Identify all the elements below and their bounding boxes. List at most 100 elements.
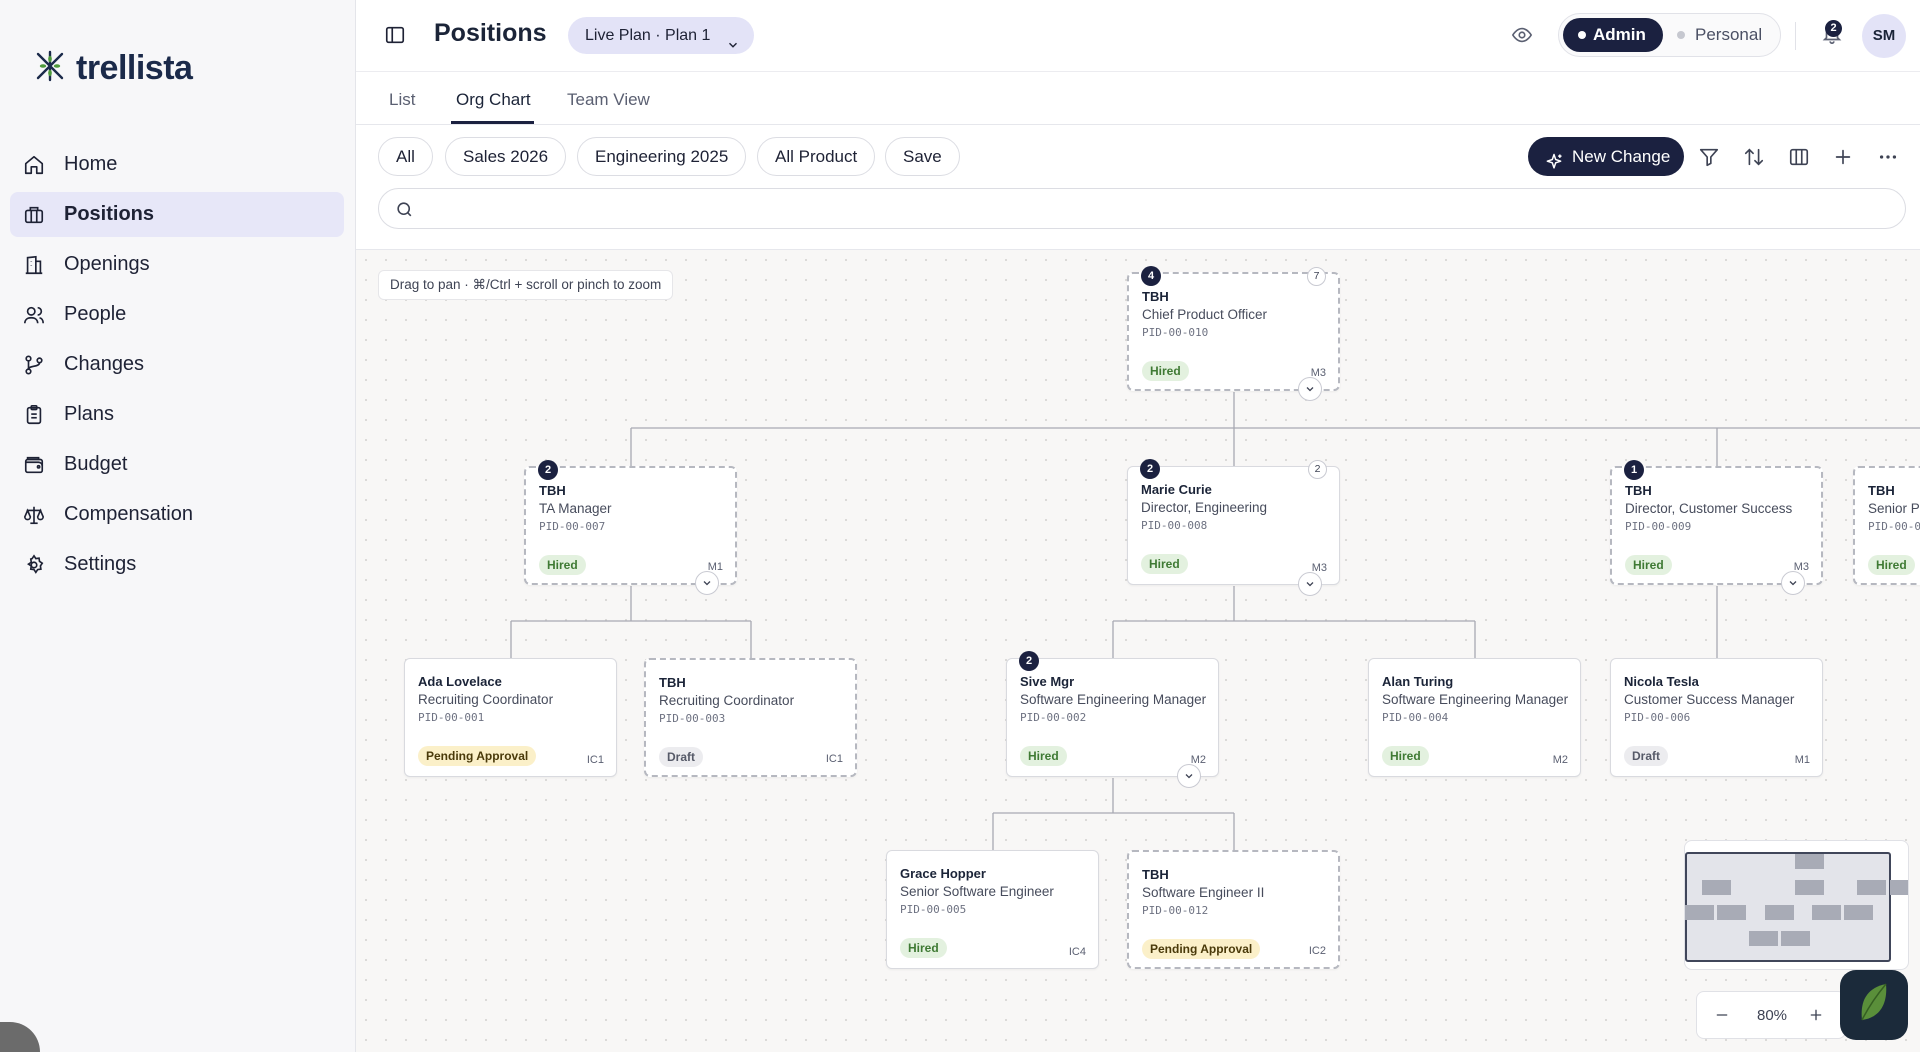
expand-chevron-icon[interactable] xyxy=(1176,764,1201,788)
sidebar-item-budget[interactable]: Budget xyxy=(10,442,344,487)
logo-wordmark: trellista xyxy=(76,49,193,87)
sidebar-item-compensation[interactable]: Compensation xyxy=(10,492,344,537)
position-card[interactable]: Marie Curie Director, Engineering PID-00-0… xyxy=(1127,459,1340,596)
position-id: PID-00-006 xyxy=(1624,711,1691,724)
mode-personal-button[interactable]: Personal xyxy=(1677,18,1762,52)
position-card[interactable]: TBH TA Manager PID-00-007 Hired M1 2 xyxy=(524,460,737,595)
assistant-button[interactable] xyxy=(1840,970,1908,1040)
zoom-controls: 80% xyxy=(1696,991,1846,1039)
trellis-logo-icon xyxy=(32,48,68,89)
filter-chip-sales-2026[interactable]: Sales 2026 xyxy=(445,137,567,176)
position-holder-name: TBH xyxy=(1142,289,1169,304)
position-holder-name: Grace Hopper xyxy=(900,866,986,881)
view-tabs: List Org Chart Team View xyxy=(356,72,1920,125)
avatar[interactable]: SM xyxy=(1862,14,1906,58)
search-input[interactable] xyxy=(427,195,1877,223)
position-card[interactable]: Nicola Tesla Customer Success Manager PID-… xyxy=(1610,658,1823,777)
eye-icon[interactable] xyxy=(1511,24,1533,51)
position-card[interactable]: TBH Senior Pr PID-00-0 Hired xyxy=(1853,466,1920,585)
position-level: M1 xyxy=(1794,754,1810,766)
position-card[interactable]: Ada Lovelace Recruiting Coordinator PID-00… xyxy=(404,658,617,777)
position-id: PID-00-0 xyxy=(1868,520,1920,533)
briefcase-icon xyxy=(22,203,46,227)
add-icon[interactable] xyxy=(1830,144,1856,170)
position-id: PID-00-002 xyxy=(1020,711,1087,724)
position-card[interactable]: TBH Software Engineer II PID-00-012 Pending… xyxy=(1127,850,1340,969)
sidebar-item-label: People xyxy=(64,303,127,325)
position-level: IC1 xyxy=(586,754,604,766)
minimap-node xyxy=(1857,880,1886,895)
expand-chevron-icon[interactable] xyxy=(694,571,719,595)
columns-icon[interactable] xyxy=(1786,144,1812,170)
expand-chevron-icon[interactable] xyxy=(1297,572,1322,596)
sidebar-item-settings[interactable]: Settings xyxy=(10,542,344,587)
toolbar: All Sales 2026 Engineering 2025 All Prod… xyxy=(356,125,1920,250)
sidebar-item-plans[interactable]: Plans xyxy=(10,392,344,437)
position-card[interactable]: TBH Recruiting Coordinator PID-00-003 Draft… xyxy=(644,658,857,777)
minimap[interactable] xyxy=(1684,840,1909,970)
sidebar-item-label: Openings xyxy=(64,253,150,275)
org-chart-canvas[interactable]: Drag to pan · ⌘/Ctrl + scroll or pinch t… xyxy=(356,250,1920,1052)
sidebar-item-positions[interactable]: Positions xyxy=(10,192,344,237)
sidebar-item-people[interactable]: People xyxy=(10,292,344,337)
position-holder-name: TBH xyxy=(1142,867,1169,882)
position-card[interactable]: Alan Turing Software Engineering Manager P… xyxy=(1368,658,1581,777)
position-title: Software Engineer II xyxy=(1142,885,1265,900)
position-holder-name: TBH xyxy=(659,675,686,690)
filter-icon[interactable] xyxy=(1696,144,1722,170)
position-holder-name: Ada Lovelace xyxy=(418,674,502,689)
minimap-node xyxy=(1685,905,1714,920)
sidebar-item-changes[interactable]: Changes xyxy=(10,342,344,387)
sidebar: trellista Home Positions Openings People… xyxy=(0,0,356,1052)
position-card[interactable]: Grace Hopper Senior Software Engineer PID-… xyxy=(886,850,1099,969)
window-corner xyxy=(0,1022,40,1052)
status-badge: Hired xyxy=(1868,555,1915,575)
expand-chevron-icon[interactable] xyxy=(1780,571,1805,595)
position-title: Software Engineering Manager xyxy=(1020,692,1207,707)
status-badge: Draft xyxy=(659,747,704,767)
expand-chevron-icon[interactable] xyxy=(1297,377,1322,401)
status-badge: Hired xyxy=(1382,746,1429,766)
clipboard-icon xyxy=(22,403,46,427)
new-change-button[interactable]: New Change xyxy=(1528,137,1684,176)
position-card[interactable]: Sive Mgr Software Engineering Manager PID-… xyxy=(1006,651,1219,788)
tab-list[interactable]: List xyxy=(389,90,415,110)
sidebar-item-label: Budget xyxy=(64,453,128,475)
more-icon[interactable] xyxy=(1875,144,1901,170)
search-icon xyxy=(395,200,414,224)
sidebar-toggle-icon[interactable] xyxy=(384,24,406,46)
save-view-button[interactable]: Save xyxy=(885,137,960,176)
filter-chip-all[interactable]: All xyxy=(378,137,433,176)
filter-chip-engineering-2025[interactable]: Engineering 2025 xyxy=(577,137,747,176)
filter-chip-all-product[interactable]: All Product xyxy=(757,137,876,176)
position-title: Senior Software Engineer xyxy=(900,884,1054,899)
position-card[interactable]: TBH Chief Product Officer PID-00-010 Hired M… xyxy=(1127,266,1340,401)
tab-org-chart[interactable]: Org Chart xyxy=(456,90,531,110)
sidebar-item-label: Changes xyxy=(64,353,145,375)
chevron-down-icon xyxy=(726,29,740,66)
position-holder-name: TBH xyxy=(539,483,566,498)
notification-badge: 2 xyxy=(1825,20,1842,37)
git-branch-icon xyxy=(22,353,46,377)
mode-admin-button[interactable]: Admin xyxy=(1563,18,1663,52)
zoom-level: 80% xyxy=(1757,1007,1788,1024)
zoom-out-icon[interactable] xyxy=(1711,1004,1733,1026)
leaf-icon xyxy=(1856,980,1892,1031)
wallet-icon xyxy=(22,453,46,477)
position-holder-name: Marie Curie xyxy=(1141,482,1212,497)
sidebar-item-home[interactable]: Home xyxy=(10,142,344,187)
logo[interactable]: trellista xyxy=(32,48,193,89)
position-title: Recruiting Coordinator xyxy=(659,693,795,708)
reports-count-badge: 4 xyxy=(1141,266,1161,286)
sort-icon[interactable] xyxy=(1741,144,1767,170)
new-change-label: New Change xyxy=(1572,147,1671,166)
home-icon xyxy=(22,153,46,177)
status-badge: Hired xyxy=(1625,555,1672,575)
zoom-in-icon[interactable] xyxy=(1805,1004,1827,1026)
position-card[interactable]: TBH Director, Customer Success PID-00-009 H… xyxy=(1610,460,1823,595)
sidebar-item-openings[interactable]: Openings xyxy=(10,242,344,287)
plan-selector[interactable]: Live Plan · Plan 1 xyxy=(568,17,755,54)
building-icon xyxy=(22,253,46,277)
team-size-count: 7 xyxy=(1307,267,1326,286)
tab-team-view[interactable]: Team View xyxy=(567,90,650,110)
